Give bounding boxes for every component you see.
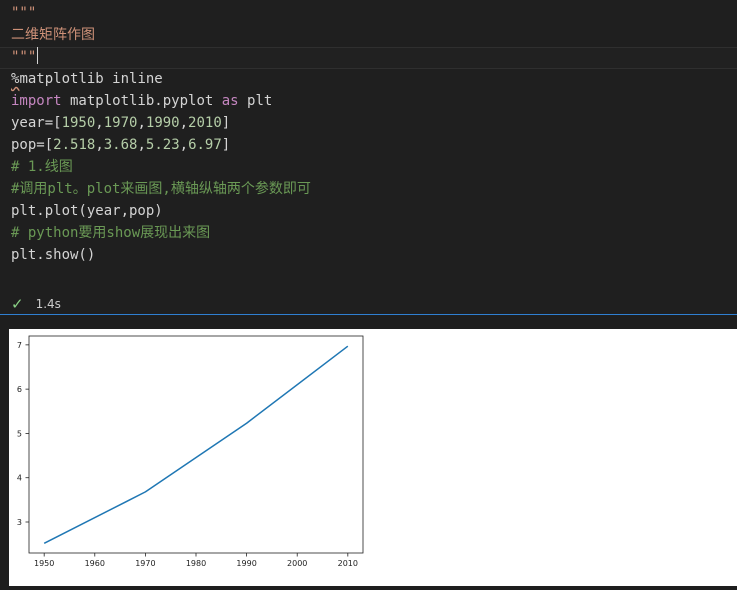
series-line (44, 346, 348, 543)
code-token: 二维矩阵作图 (11, 27, 95, 43)
code-token: ] (222, 115, 230, 131)
code-token: , (180, 137, 188, 153)
code-editor[interactable]: """二维矩阵作图"""%matplotlib inlineimport mat… (11, 2, 311, 266)
code-token: 2010 (188, 115, 222, 131)
text-cursor (37, 47, 38, 64)
code-line[interactable]: #调用plt。plot来画图,横轴纵轴两个参数即可 (11, 178, 311, 200)
code-token: # python要用show展现出来图 (11, 225, 210, 241)
y-tick-label: 6 (17, 385, 22, 394)
code-line[interactable]: # 1.线图 (11, 156, 311, 178)
y-tick-label: 7 (17, 341, 22, 350)
code-token: 2.518 (53, 137, 95, 153)
x-tick-label: 1990 (236, 559, 256, 568)
code-token: , (95, 115, 103, 131)
line-chart: 1950 1960 1970 1980 1990 2000 2010 3 4 5 6 7 (9, 329, 737, 586)
execution-duration: 1.4s (36, 297, 61, 311)
code-token: plt.show() (11, 247, 95, 263)
code-token: 1990 (146, 115, 180, 131)
code-token: 1970 (104, 115, 138, 131)
x-tick-label: 2000 (287, 559, 307, 568)
code-line[interactable]: 二维矩阵作图 (11, 24, 311, 46)
code-token: """ (11, 49, 36, 65)
code-token: plt.plot(year,pop) (11, 203, 163, 219)
code-token: ] (222, 137, 230, 153)
code-line[interactable]: %matplotlib inline (11, 68, 311, 90)
x-tick-label: 1960 (85, 559, 105, 568)
x-tick-label: 1980 (186, 559, 206, 568)
code-token: """ (11, 5, 36, 21)
code-token: year=[ (11, 115, 62, 131)
code-token: , (137, 115, 145, 131)
code-line[interactable]: plt.show() (11, 244, 311, 266)
code-line[interactable]: # python要用show展现出来图 (11, 222, 311, 244)
axes-frame (29, 336, 363, 553)
code-token: import (11, 93, 62, 109)
x-tick-label: 2010 (338, 559, 358, 568)
code-token: pop=[ (11, 137, 53, 153)
execution-status: ✓ 1.4s (11, 294, 61, 314)
plot-output: 1950 1960 1970 1980 1990 2000 2010 3 4 5 6 7 (9, 329, 737, 586)
code-token: matplotlib.pyplot (62, 93, 222, 109)
code-token: 5.23 (146, 137, 180, 153)
code-token: as (222, 93, 239, 109)
y-tick-label: 4 (17, 474, 22, 483)
check-icon: ✓ (11, 295, 24, 313)
code-token: 6.97 (188, 137, 222, 153)
code-line[interactable]: import matplotlib.pyplot as plt (11, 90, 311, 112)
code-token: #调用plt。plot来画图,横轴纵轴两个参数即可 (11, 181, 311, 197)
code-line[interactable]: plt.plot(year,pop) (11, 200, 311, 222)
y-tick-label: 3 (17, 518, 22, 527)
code-token: , (137, 137, 145, 153)
code-token: , (95, 137, 103, 153)
code-cell[interactable]: """二维矩阵作图"""%matplotlib inlineimport mat… (0, 0, 737, 314)
code-line[interactable]: pop=[2.518,3.68,5.23,6.97] (11, 134, 311, 156)
x-tick-label: 1970 (135, 559, 155, 568)
code-line[interactable]: year=[1950,1970,1990,2010] (11, 112, 311, 134)
code-token: # 1.线图 (11, 159, 73, 175)
code-token: 3.68 (104, 137, 138, 153)
code-token: 1950 (62, 115, 96, 131)
code-line[interactable]: """ (11, 2, 311, 24)
code-token: matplotlib inline (19, 71, 162, 87)
y-tick-label: 5 (17, 429, 22, 438)
x-tick-label: 1950 (34, 559, 54, 568)
code-line[interactable]: """ (11, 46, 311, 68)
code-token: , (180, 115, 188, 131)
code-token: plt (239, 93, 273, 109)
